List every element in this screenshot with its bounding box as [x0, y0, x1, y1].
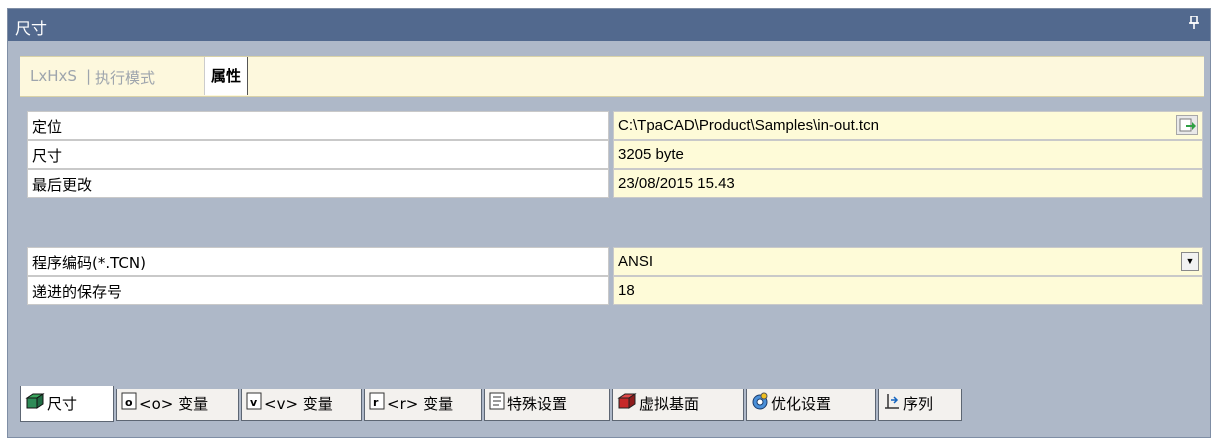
property-value-size: 3205 byte — [613, 140, 1203, 169]
tab-virtual-faces[interactable]: 虚拟基面 — [612, 389, 744, 421]
tab-label: <o> 变量 — [139, 395, 209, 413]
box-icon — [25, 387, 45, 423]
red-cube-icon — [617, 390, 637, 420]
tab-sequence[interactable]: 序列 — [878, 389, 962, 421]
optimize-icon — [751, 390, 769, 420]
svg-text:o: o — [125, 396, 133, 409]
tab-label: 特殊设置 — [507, 395, 568, 413]
tab-r-variables[interactable]: r <r> 变量 — [364, 389, 482, 421]
variable-v-icon: v — [246, 390, 262, 420]
sequence-icon — [883, 390, 901, 420]
tab-special-settings[interactable]: 特殊设置 — [484, 389, 610, 421]
chevron-down-icon[interactable]: ▼ — [1181, 252, 1199, 271]
location-path: C:\TpaCAD\Product\Samples\in-out.tcn — [618, 117, 879, 134]
svg-text:v: v — [250, 396, 258, 409]
encoding-value: ANSI — [618, 253, 654, 270]
property-label: 程序编码(*.TCN) — [27, 247, 609, 276]
property-row-save-number: 递进的保存号 18 — [27, 276, 1203, 306]
svg-text:r: r — [373, 396, 379, 409]
tab-o-variables[interactable]: o <o> 变量 — [116, 389, 239, 421]
save-number-field[interactable]: 18 — [613, 276, 1203, 305]
tab-label: 优化设置 — [771, 395, 832, 413]
property-row-location: 定位 C:\TpaCAD\Product\Samples\in-out.tcn — [27, 111, 1203, 141]
tab-properties[interactable]: 属性 — [204, 57, 249, 95]
variable-o-icon: o — [121, 390, 137, 420]
property-value-last-modified: 23/08/2015 15.43 — [613, 169, 1203, 198]
tab-label: <r> 变量 — [387, 395, 454, 413]
list-icon — [489, 390, 505, 420]
tab-label: 虚拟基面 — [639, 395, 700, 413]
tab-label: 序列 — [903, 395, 934, 413]
tab-label: 尺寸 — [47, 395, 78, 413]
property-value-location: C:\TpaCAD\Product\Samples\in-out.tcn — [613, 111, 1203, 140]
tab-v-variables[interactable]: v <v> 变量 — [241, 389, 362, 421]
tab-dimension[interactable]: 尺寸 — [20, 386, 114, 422]
property-row-size: 尺寸 3205 byte — [27, 140, 1203, 170]
bottom-tab-bar: 尺寸 o <o> 变量 v <v> 变量 r <r> 变量 特殊设置 虚拟基面 优化设… — [20, 386, 1204, 425]
variable-r-icon: r — [369, 390, 385, 420]
tab-separator: | — [86, 67, 92, 85]
property-row-last-modified: 最后更改 23/08/2015 15.43 — [27, 169, 1203, 199]
panel-title: 尺寸 — [15, 19, 48, 38]
tab-label: <v> 变量 — [264, 395, 333, 413]
tab-optimization-settings[interactable]: 优化设置 — [746, 389, 876, 421]
encoding-select[interactable]: ANSI ▼ — [613, 247, 1203, 276]
tab-lxhxs[interactable]: LxHxS — [30, 67, 77, 85]
tab-execution-mode[interactable]: 执行模式 — [95, 67, 155, 88]
pin-icon[interactable] — [1188, 15, 1200, 34]
property-row-encoding: 程序编码(*.TCN) ANSI ▼ — [27, 247, 1203, 277]
browse-file-button[interactable] — [1176, 115, 1198, 135]
property-label: 尺寸 — [27, 140, 609, 169]
panel-title-bar: 尺寸 — [8, 9, 1210, 41]
dimension-panel: 尺寸 LxHxS | 执行模式 属性 定位 C:\TpaCAD\Product\… — [7, 8, 1211, 438]
property-label: 递进的保存号 — [27, 276, 609, 305]
property-label: 定位 — [27, 111, 609, 140]
top-tab-strip: LxHxS | 执行模式 属性 — [20, 56, 1204, 97]
property-label: 最后更改 — [27, 169, 609, 198]
